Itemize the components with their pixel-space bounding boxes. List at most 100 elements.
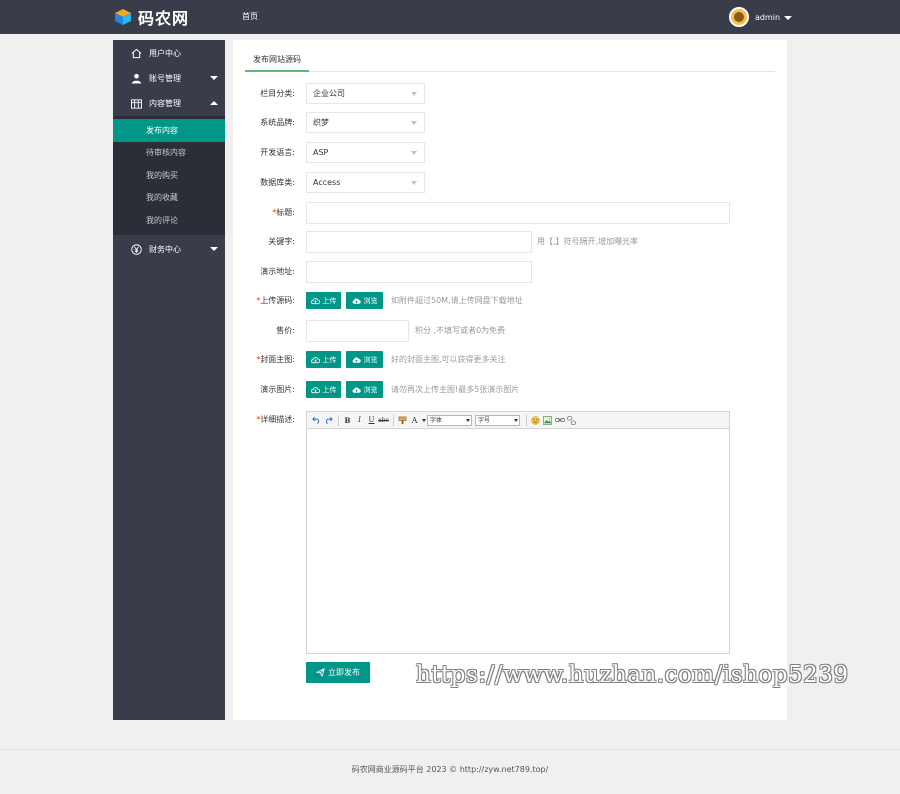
price-hint: 积分 ,不填写或者0为免费 bbox=[415, 326, 506, 335]
format-painter-icon[interactable] bbox=[397, 414, 408, 427]
sidebar-subitem-purchases[interactable]: 我的购买 bbox=[113, 164, 225, 187]
language-select[interactable]: ASP bbox=[306, 142, 425, 163]
sidebar-item-content[interactable]: 内容管理 bbox=[113, 91, 225, 116]
cloud-icon bbox=[352, 387, 361, 393]
chevron-down-icon bbox=[784, 15, 793, 20]
chevron-down-icon bbox=[466, 418, 470, 422]
cover-hint: 好的封面主图,可以获得更多关注 bbox=[391, 355, 506, 364]
form-row-upload-source: *上传源码: 上传 浏览 如附件超过50M,请上传网盘下载地址 bbox=[233, 290, 787, 312]
keywords-input[interactable] bbox=[306, 231, 532, 253]
sidebar-subitem-pending[interactable]: 待审核内容 bbox=[113, 142, 225, 165]
language-value: ASP bbox=[313, 148, 329, 157]
title-input[interactable] bbox=[306, 202, 730, 224]
upload-source-label: *上传源码: bbox=[233, 290, 295, 312]
font-color-icon[interactable]: A bbox=[409, 414, 420, 427]
sidebar-subitem-publish[interactable]: 发布内容 bbox=[113, 119, 225, 142]
upload-label: 上传 bbox=[322, 355, 337, 364]
undo-icon[interactable] bbox=[311, 414, 322, 427]
database-value: Access bbox=[313, 178, 341, 187]
cloud-upload-icon bbox=[310, 297, 320, 304]
brand-value: 织梦 bbox=[313, 118, 329, 127]
upload-demo-images-button[interactable]: 上传 bbox=[306, 381, 341, 398]
sidebar-item-finance[interactable]: 财务中心 bbox=[113, 237, 225, 262]
form-row-price: 售价: 积分 ,不填写或者0为免费 bbox=[233, 320, 787, 342]
home-icon bbox=[130, 48, 142, 60]
user-icon bbox=[130, 73, 142, 85]
toolbar-divider bbox=[393, 414, 394, 426]
chevron-down-icon bbox=[514, 418, 518, 422]
image-icon[interactable] bbox=[542, 414, 553, 427]
top-header: 码农网 首页 admin bbox=[0, 0, 900, 34]
sidebar-item-account[interactable]: 账号管理 bbox=[113, 66, 225, 91]
chevron-down-icon bbox=[411, 121, 417, 125]
sidebar-subitem-comments[interactable]: 我的评论 bbox=[113, 209, 225, 232]
keywords-label: 关键字: bbox=[268, 237, 295, 246]
sidebar-item-label: 用户中心 bbox=[149, 49, 181, 58]
price-input[interactable] bbox=[306, 320, 409, 342]
form-row-language: 开发语言: ASP bbox=[233, 142, 787, 164]
font-family-value: 字体 bbox=[430, 416, 443, 424]
description-label-text: 详细描述: bbox=[260, 415, 295, 424]
tab-publish-source[interactable]: 发布网站源码 bbox=[245, 52, 309, 72]
chevron-down-icon bbox=[210, 76, 218, 80]
editor-toolbar: B I U abc A 字体 字号 bbox=[307, 412, 729, 429]
form-row-demo-url: 演示地址: bbox=[233, 261, 787, 283]
sidebar-item-label: 财务中心 bbox=[149, 244, 181, 254]
italic-icon[interactable]: I bbox=[354, 414, 365, 427]
chevron-down-icon bbox=[210, 246, 218, 251]
logo-text: 码农网 bbox=[138, 9, 190, 28]
browse-demo-images-button[interactable]: 浏览 bbox=[346, 381, 383, 398]
upload-source-button[interactable]: 上传 bbox=[306, 292, 341, 309]
font-family-select[interactable]: 字体 bbox=[427, 414, 472, 426]
chevron-down-icon bbox=[411, 151, 417, 155]
underline-icon[interactable]: U bbox=[366, 414, 377, 427]
category-select[interactable]: 企业公司 bbox=[306, 83, 425, 104]
yen-icon bbox=[130, 243, 142, 255]
keywords-hint: 用【,】符号隔开,增加曝光率 bbox=[537, 237, 639, 246]
sidebar-submenu: 发布内容 待审核内容 我的购买 我的收藏 我的评论 bbox=[113, 116, 225, 235]
form-row-category: 栏目分类: 企业公司 bbox=[233, 83, 787, 105]
logo-icon bbox=[113, 7, 133, 27]
user-name: admin bbox=[755, 12, 781, 22]
form-row-keywords: 关键字: 用【,】符号隔开,增加曝光率 bbox=[233, 231, 787, 253]
unlink-icon[interactable] bbox=[566, 414, 577, 427]
description-label: *详细描述: bbox=[233, 411, 295, 429]
logo[interactable]: 码农网 bbox=[113, 6, 189, 28]
brand-label: 系统品牌: bbox=[260, 118, 295, 127]
chevron-up-icon bbox=[210, 101, 218, 105]
avatar[interactable] bbox=[729, 7, 749, 27]
editor-content-area[interactable] bbox=[307, 429, 729, 654]
sidebar-item-user-center[interactable]: 用户中心 bbox=[113, 41, 225, 66]
form-row-title: *标题: bbox=[233, 202, 787, 224]
language-label: 开发语言: bbox=[260, 148, 295, 157]
form-row-database: 数据库类: Access bbox=[233, 172, 787, 194]
category-label: 栏目分类: bbox=[260, 89, 295, 98]
main-panel: 发布网站源码 栏目分类: 企业公司 系统品牌: 织梦 开发语言: ASP 数据库… bbox=[233, 40, 787, 720]
user-menu[interactable]: admin bbox=[729, 7, 793, 27]
redo-icon[interactable] bbox=[323, 414, 334, 427]
publish-label: 立即发布 bbox=[328, 668, 360, 677]
emoji-icon[interactable] bbox=[530, 414, 541, 427]
form-row-brand: 系统品牌: 织梦 bbox=[233, 112, 787, 134]
strikethrough-icon[interactable]: abc bbox=[378, 414, 389, 427]
demo-url-input[interactable] bbox=[306, 261, 532, 283]
sidebar-item-label: 账号管理 bbox=[149, 74, 181, 83]
bold-icon[interactable]: B bbox=[342, 414, 353, 427]
brand-select[interactable]: 织梦 bbox=[306, 112, 425, 133]
database-select[interactable]: Access bbox=[306, 172, 425, 193]
demo-url-label: 演示地址: bbox=[260, 267, 295, 276]
upload-cover-button[interactable]: 上传 bbox=[306, 351, 341, 368]
cover-label-text: 封面主图: bbox=[260, 355, 295, 364]
sidebar-subitem-favorites[interactable]: 我的收藏 bbox=[113, 187, 225, 210]
browse-cover-button[interactable]: 浏览 bbox=[346, 351, 383, 368]
chevron-down-icon[interactable] bbox=[421, 414, 426, 427]
toolbar-divider bbox=[526, 414, 527, 426]
rich-text-editor: B I U abc A 字体 字号 bbox=[306, 411, 730, 654]
browse-source-button[interactable]: 浏览 bbox=[346, 292, 383, 309]
avatar-face-icon bbox=[734, 12, 744, 22]
font-size-select[interactable]: 字号 bbox=[475, 414, 520, 426]
publish-button[interactable]: 立即发布 bbox=[306, 662, 370, 683]
nav-home-link[interactable]: 首页 bbox=[242, 11, 258, 22]
link-icon[interactable] bbox=[554, 414, 565, 427]
cloud-upload-icon bbox=[310, 386, 320, 393]
